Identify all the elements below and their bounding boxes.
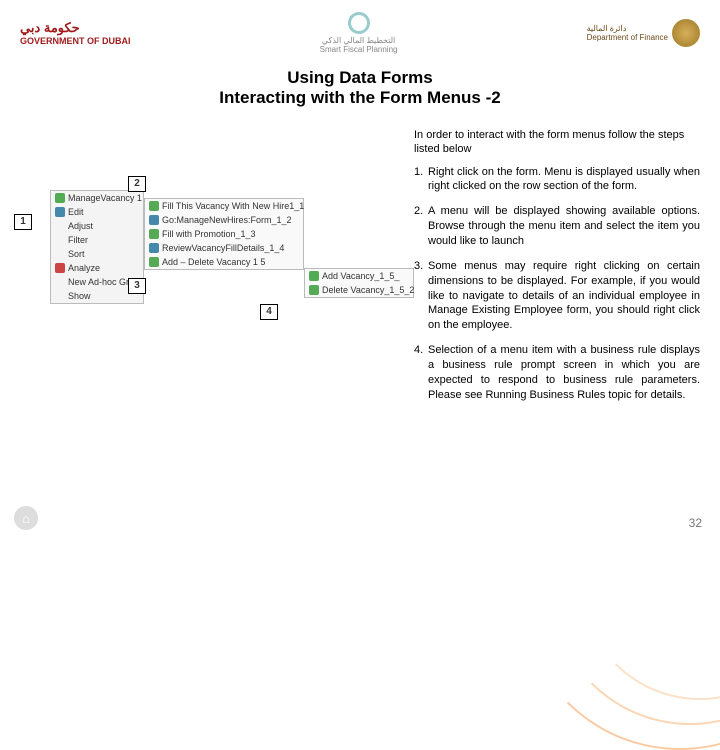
ring-icon: [344, 9, 372, 37]
gear-icon: [149, 201, 159, 211]
step-item: 2.A menu will be displayed showing avail…: [414, 204, 700, 249]
callout-3: 3: [128, 278, 146, 294]
home-icon[interactable]: ⌂: [14, 506, 38, 530]
gear-icon: [309, 285, 319, 295]
header-bar: حكومة دبي GOVERNMENT OF DUBAI التخطيط ال…: [0, 0, 720, 62]
title-line1: Using Data Forms: [0, 68, 720, 88]
menu1-item: Sort: [51, 247, 143, 261]
menu1-item: Filter: [51, 233, 143, 247]
gear-icon: [149, 243, 159, 253]
dubai-en: GOVERNMENT OF DUBAI: [20, 36, 131, 46]
sfp-ar: التخطيط المالي الذكي: [320, 36, 398, 45]
menu1-item: Adjust: [51, 219, 143, 233]
menu2-item: Fill This Vacancy With New Hire1_1: [145, 199, 303, 213]
callout-1: 1: [14, 214, 32, 230]
step-item: 4.Selection of a menu item with a busine…: [414, 343, 700, 402]
decorative-arcs: [460, 420, 720, 510]
context-menu-2[interactable]: Fill This Vacancy With New Hire1_1 Go:Ma…: [144, 198, 304, 270]
slide-title: Using Data Forms Interacting with the Fo…: [0, 68, 720, 108]
step-item: 3.Some menus may require right clicking …: [414, 259, 700, 333]
gear-icon: [309, 271, 319, 281]
menu1-item: ManageVacancy 1: [51, 191, 143, 205]
gear-icon: [149, 215, 159, 225]
menu-icon: [55, 193, 65, 203]
dubai-ar: حكومة دبي: [20, 20, 131, 36]
menu1-item: Analyze: [51, 261, 143, 275]
menu-icon: [55, 277, 65, 287]
intro-text: In order to interact with the form menus…: [414, 128, 700, 157]
menu-icon: [55, 221, 65, 231]
screenshot-area: ManageVacancy 1 Edit Adjust Filter Sort …: [12, 128, 402, 412]
menu1-item: Edit: [51, 205, 143, 219]
menu2-item: ReviewVacancyFillDetails_1_4: [145, 241, 303, 255]
dof-en: Department of Finance: [587, 33, 668, 42]
step-item: 1.Right click on the form. Menu is displ…: [414, 165, 700, 195]
menu-icon: [55, 235, 65, 245]
title-line2: Interacting with the Form Menus -2: [0, 88, 720, 108]
gear-icon: [149, 229, 159, 239]
context-menu-3[interactable]: Add Vacancy_1_5_ Delete Vacancy_1_5_2: [304, 268, 414, 298]
logo-dof: دائرة المالية Department of Finance: [587, 19, 700, 47]
menu2-item: Go:ManageNewHires:Form_1_2: [145, 213, 303, 227]
menu-icon: [55, 263, 65, 273]
seal-icon: [672, 19, 700, 47]
menu3-item: Add Vacancy_1_5_: [305, 269, 413, 283]
page-number: 32: [689, 516, 702, 530]
dof-ar: دائرة المالية: [587, 24, 668, 33]
menu-icon: [55, 207, 65, 217]
menu2-item: Fill with Promotion_1_3: [145, 227, 303, 241]
menu-icon: [55, 291, 65, 301]
callout-4: 4: [260, 304, 278, 320]
instructions: In order to interact with the form menus…: [402, 128, 708, 412]
logo-sfp: التخطيط المالي الذكي Smart Fiscal Planni…: [320, 12, 398, 54]
menu-icon: [55, 249, 65, 259]
menu2-item: Add – Delete Vacancy 1 5: [145, 255, 303, 269]
callout-2: 2: [128, 176, 146, 192]
gear-icon: [149, 257, 159, 267]
sfp-en: Smart Fiscal Planning: [320, 45, 398, 54]
menu3-item: Delete Vacancy_1_5_2: [305, 283, 413, 297]
logo-dubai: حكومة دبي GOVERNMENT OF DUBAI: [20, 20, 131, 46]
